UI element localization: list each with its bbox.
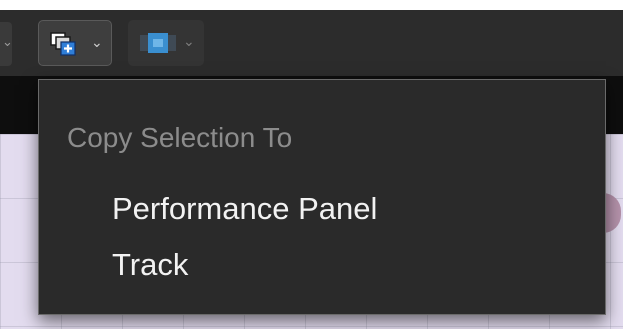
copy-to-icon	[50, 32, 76, 56]
app-window: ⌄ ⌄ ⌄ Copy Selection To Performance Pane…	[0, 10, 623, 329]
menu-header: Copy Selection To	[67, 122, 293, 153]
previous-tool-button[interactable]: ⌄	[0, 22, 13, 66]
blocks-button[interactable]: ⌄	[128, 20, 204, 66]
menu-item-performance-panel[interactable]: Performance Panel	[112, 191, 377, 227]
chevron-down-icon: ⌄	[183, 33, 195, 49]
blocks-icon	[140, 33, 176, 53]
menu-item-track[interactable]: Track	[112, 247, 188, 283]
toolbar: ⌄ ⌄ ⌄	[0, 10, 623, 76]
chevron-down-icon: ⌄	[91, 34, 103, 50]
copy-selection-button[interactable]: ⌄	[38, 20, 112, 66]
copy-selection-menu: Copy Selection To Performance Panel Trac…	[38, 79, 606, 315]
chevron-down-icon: ⌄	[2, 34, 13, 49]
